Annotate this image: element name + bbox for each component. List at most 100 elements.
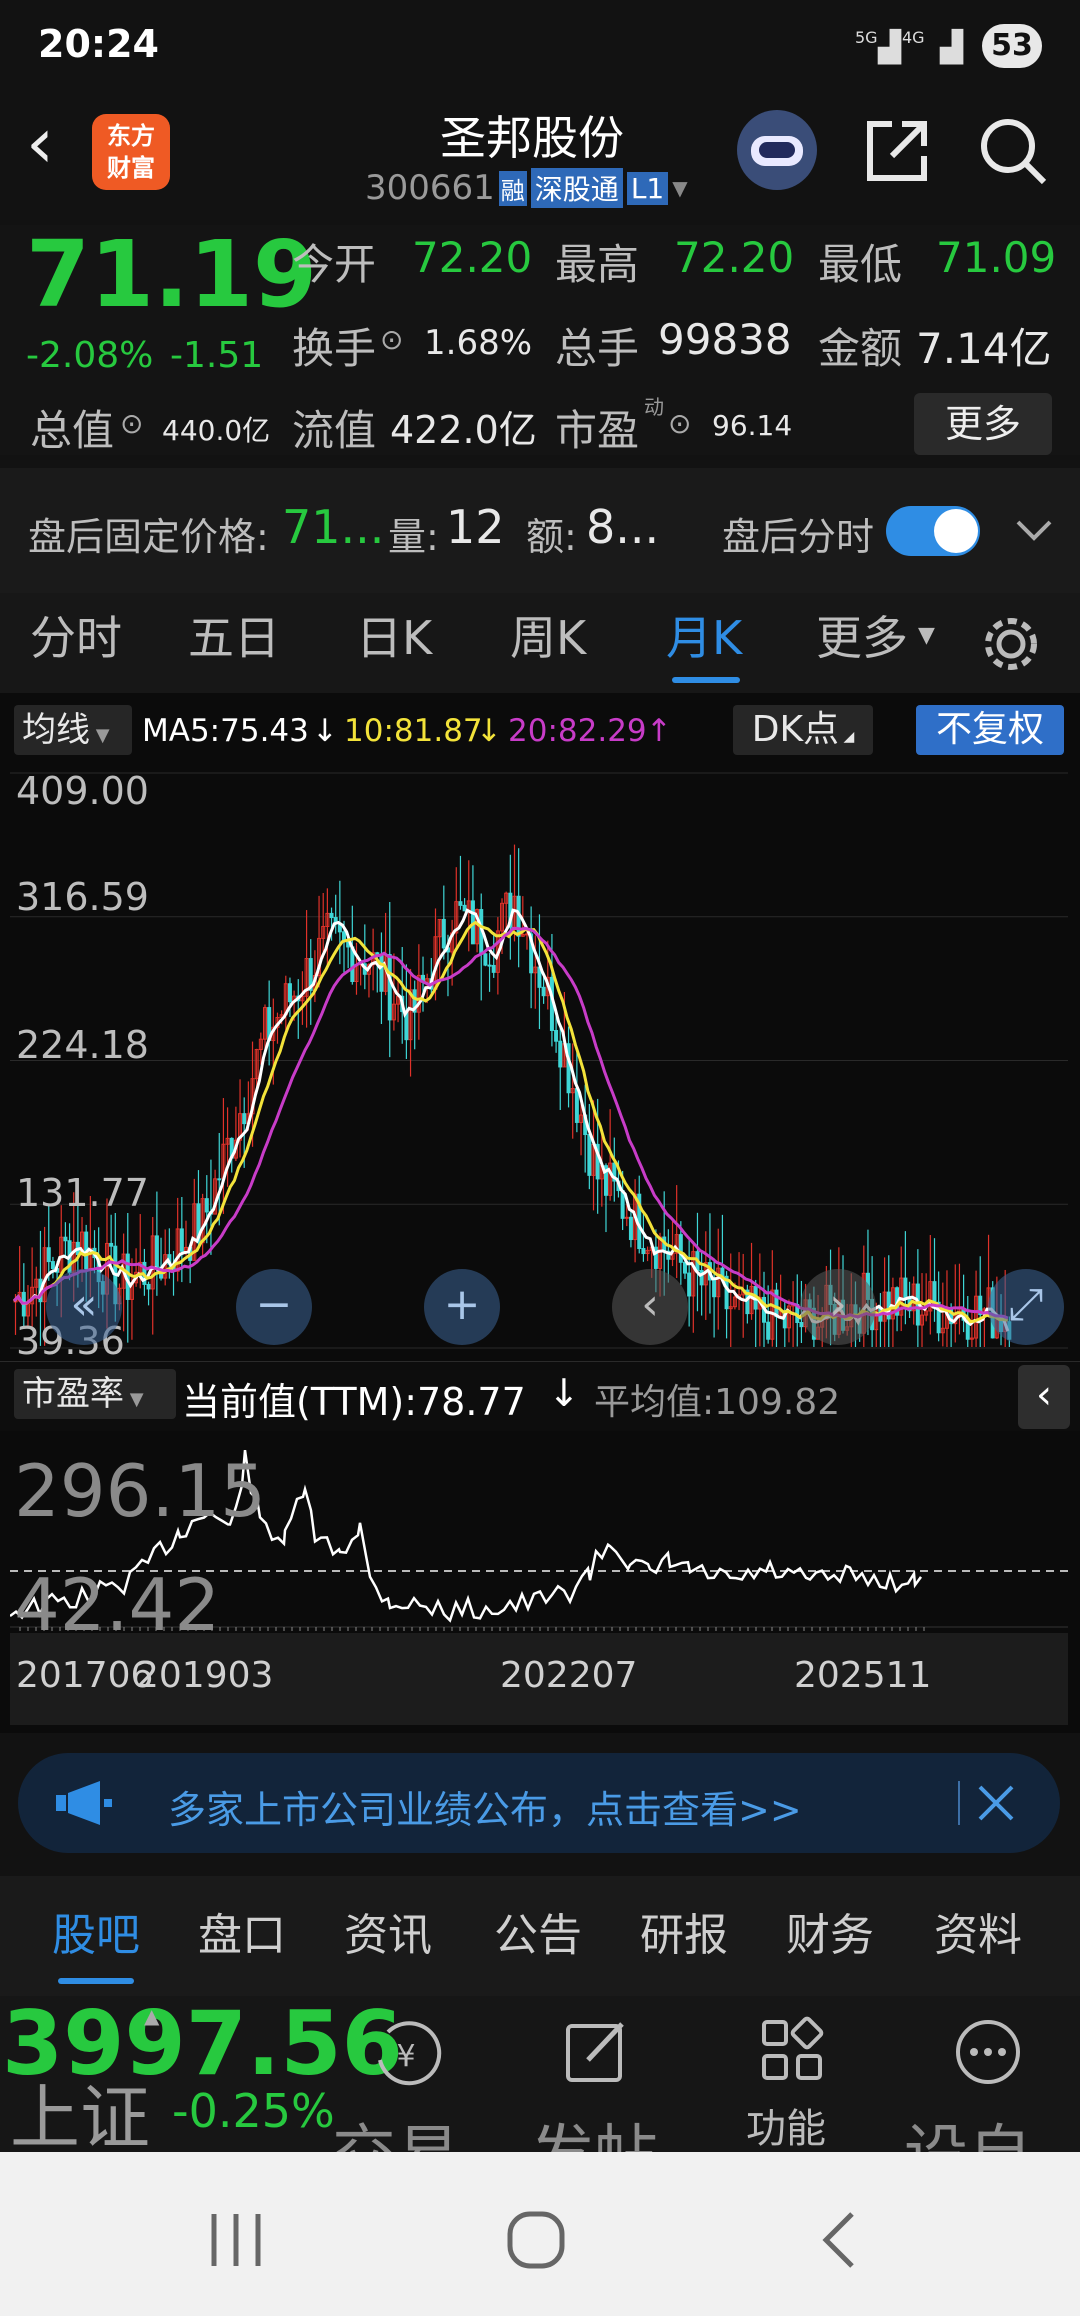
more-dropdown-icon[interactable]: ▼ [918,623,935,648]
float-value: 422.0亿 [390,408,537,452]
chevron-down-icon[interactable] [1014,516,1054,546]
after-hours-bar: 盘后固定价格: 71... 量: 12 额: 8... 盘后分时 [0,468,1080,593]
pe-selector[interactable]: 市盈率 ▼ [14,1369,176,1419]
stock-code-row: 300661 融 深股通 L1 ▼ [365,168,688,208]
dk-label: DK点 [751,709,840,750]
dropdown-icon-ma: ▼ [90,725,110,746]
signal-icon: ▟ [878,30,902,65]
collapse-panel-button[interactable]: ‹ [1018,1365,1070,1429]
close-icon[interactable] [976,1783,1016,1823]
candle [179,1228,184,1252]
scroll-left-button[interactable]: ‹ [612,1269,688,1345]
tab-profile[interactable]: 资料 [934,1876,1022,1996]
open-label: 今开 [292,240,377,289]
low-value: 71.09 [936,233,1057,282]
volume-value: 99838 [658,315,792,364]
date-label-2: 201903 [136,1655,274,1696]
low-label: 最低 [818,240,903,289]
scroll-right-button[interactable]: › [800,1269,876,1345]
info-icon-2[interactable]: ⊙ [380,323,403,356]
tab-more[interactable]: 更多 [816,593,908,693]
date-label-3: 202207 [500,1655,638,1696]
trade-icon[interactable]: ¥ [368,2016,444,2092]
zoom-in-button[interactable]: + [424,1269,500,1345]
after-vol: 12 [446,500,505,554]
tab-finance[interactable]: 财务 [786,1876,874,1996]
more-options-icon[interactable] [952,2016,1024,2088]
index-value[interactable]: 3997.56 [2,1996,403,2095]
ma-selector-label: 均线 [22,710,90,750]
tab-intraday[interactable]: 分时 [30,593,122,693]
candle [387,954,392,1021]
tab-daily-k[interactable]: 日K [356,593,432,693]
candlestick-chart[interactable] [10,765,1068,1360]
candle [329,912,334,919]
adjustment-button[interactable]: 不复权 [916,705,1064,755]
stock-header: ‹ 东方 财富 圣邦股份 300661 融 深股通 L1 ▼ [0,90,1080,225]
y-tick-3: 224.18 [16,1023,149,1067]
system-nav-bar [0,2152,1080,2316]
candle [217,1178,222,1181]
zoom-out-button[interactable]: − [236,1269,312,1345]
info-icon[interactable]: ⊙ [120,407,143,440]
last-price: 71.19 [26,221,318,328]
candle [109,1242,114,1247]
after-hours-toggle[interactable] [886,506,980,556]
share-icon[interactable] [862,116,932,186]
recent-apps-icon[interactable] [206,2212,266,2268]
active-tab-indicator [672,677,740,683]
corner-icon: ◢ [839,729,855,745]
back-nav-icon[interactable] [818,2210,858,2270]
candle [903,1277,908,1299]
search-icon[interactable] [978,116,1050,188]
after-price-label: 盘后固定价格: [28,515,269,559]
back-icon[interactable]: ‹ [26,108,54,178]
dropdown-icon[interactable]: ▼ [672,176,687,200]
ma-selector[interactable]: 均线 ▼ [14,705,132,755]
pe-current: 当前值(TTM):78.77 [182,1380,526,1424]
watchlist-label[interactable]: 设自 [904,2104,1032,2152]
tab-announcements[interactable]: 公告 [494,1876,582,1996]
pe-dynamic-sup: 动 [644,395,664,419]
candle [287,983,292,1003]
pe-label: 市盈 [555,406,640,455]
announcement-banner[interactable]: 多家上市公司业绩公布，点击查看>> [18,1753,1060,1853]
tab-order-book[interactable]: 盘口 [198,1876,286,1996]
home-icon[interactable] [506,2210,566,2270]
edit-post-icon[interactable] [564,2016,634,2086]
active-info-tab-indicator [58,1978,134,1984]
ma10-line [12,920,1009,1324]
tab-research[interactable]: 研报 [640,1876,728,1996]
megaphone-icon [56,1781,112,1825]
robot-assistant-icon[interactable] [737,110,817,190]
tab-news[interactable]: 资讯 [344,1876,432,1996]
candle [50,1261,55,1270]
margin-badge: 融 [498,170,527,206]
pe-selector-label: 市盈率 [22,1374,124,1414]
index-pct: -0.25% [172,2084,335,2138]
trade-label[interactable]: 交易 [332,2104,460,2152]
post-label[interactable]: 发帖 [530,2104,658,2152]
tab-weekly-k[interactable]: 周K [510,593,586,693]
function-grid-icon[interactable] [758,2016,828,2086]
gear-icon[interactable] [980,613,1042,675]
candle [242,1113,247,1125]
net-4g: 4G [902,28,925,47]
more-button[interactable]: 更多 [914,393,1052,455]
ma5-arrow: ↓ [312,713,338,749]
fullscreen-button[interactable]: ⤢ [988,1269,1064,1345]
tab-five-day[interactable]: 五日 [188,593,280,693]
price-change: -1.51 [170,335,264,376]
info-tabs: 股吧 盘口 资讯 公告 研报 财务 资料 [0,1876,1080,1996]
ma10-arrow: ↓ [476,713,502,749]
scroll-left-fast-button[interactable]: « [46,1269,122,1345]
banner-divider [958,1781,960,1825]
status-bar: 20:24 5G ▟ 4G ▟ 53 [0,0,1080,90]
function-label[interactable]: 功能 [746,2096,826,2152]
banner-text: 多家上市公司业绩公布，点击查看>> [168,1788,802,1832]
ma10-value: 10:81.87 [344,713,483,749]
after-price: 71... [282,500,385,554]
open-value: 72.20 [412,233,533,282]
dk-point-button[interactable]: DK点 ◢ [733,705,873,755]
info-icon-3[interactable]: ⊙ [668,407,691,440]
